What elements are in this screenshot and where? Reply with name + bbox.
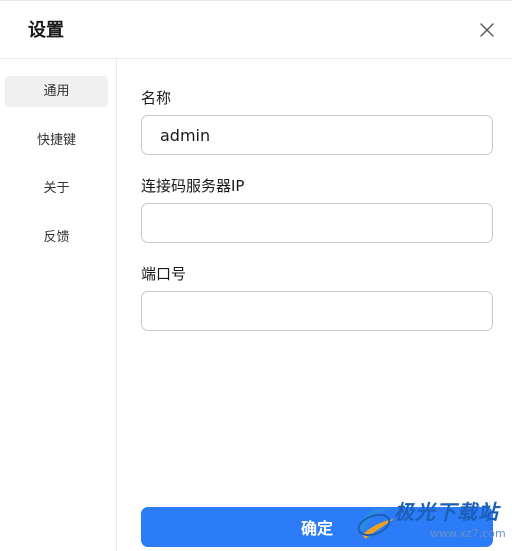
sidebar-item-label: 通用 [43, 84, 70, 99]
confirm-button[interactable]: 确定 [141, 507, 493, 547]
close-button[interactable] [478, 21, 496, 39]
sidebar-item-label: 关于 [43, 181, 70, 196]
name-label: 名称 [141, 89, 172, 107]
dialog-header: 设置 [0, 1, 512, 59]
sidebar-item-label: 快捷键 [36, 133, 76, 148]
settings-dialog: 设置 通用 快捷键 关于 反馈 名称 连接码服务器IP 端口号 确定 [0, 0, 512, 551]
sidebar-item-general[interactable]: 通用 [5, 76, 108, 107]
sidebar-item-feedback[interactable]: 反馈 [5, 222, 108, 253]
dialog-title: 设置 [28, 20, 64, 41]
server-ip-label: 连接码服务器IP [141, 177, 245, 195]
settings-sidebar: 通用 快捷键 关于 反馈 [0, 59, 117, 551]
sidebar-item-about[interactable]: 关于 [5, 173, 108, 204]
close-icon [480, 23, 494, 37]
sidebar-item-shortcuts[interactable]: 快捷键 [5, 125, 108, 156]
server-ip-input[interactable] [141, 203, 493, 243]
port-label: 端口号 [141, 265, 187, 283]
port-input[interactable] [141, 291, 493, 331]
name-input[interactable] [141, 115, 493, 155]
sidebar-item-label: 反馈 [43, 230, 70, 245]
